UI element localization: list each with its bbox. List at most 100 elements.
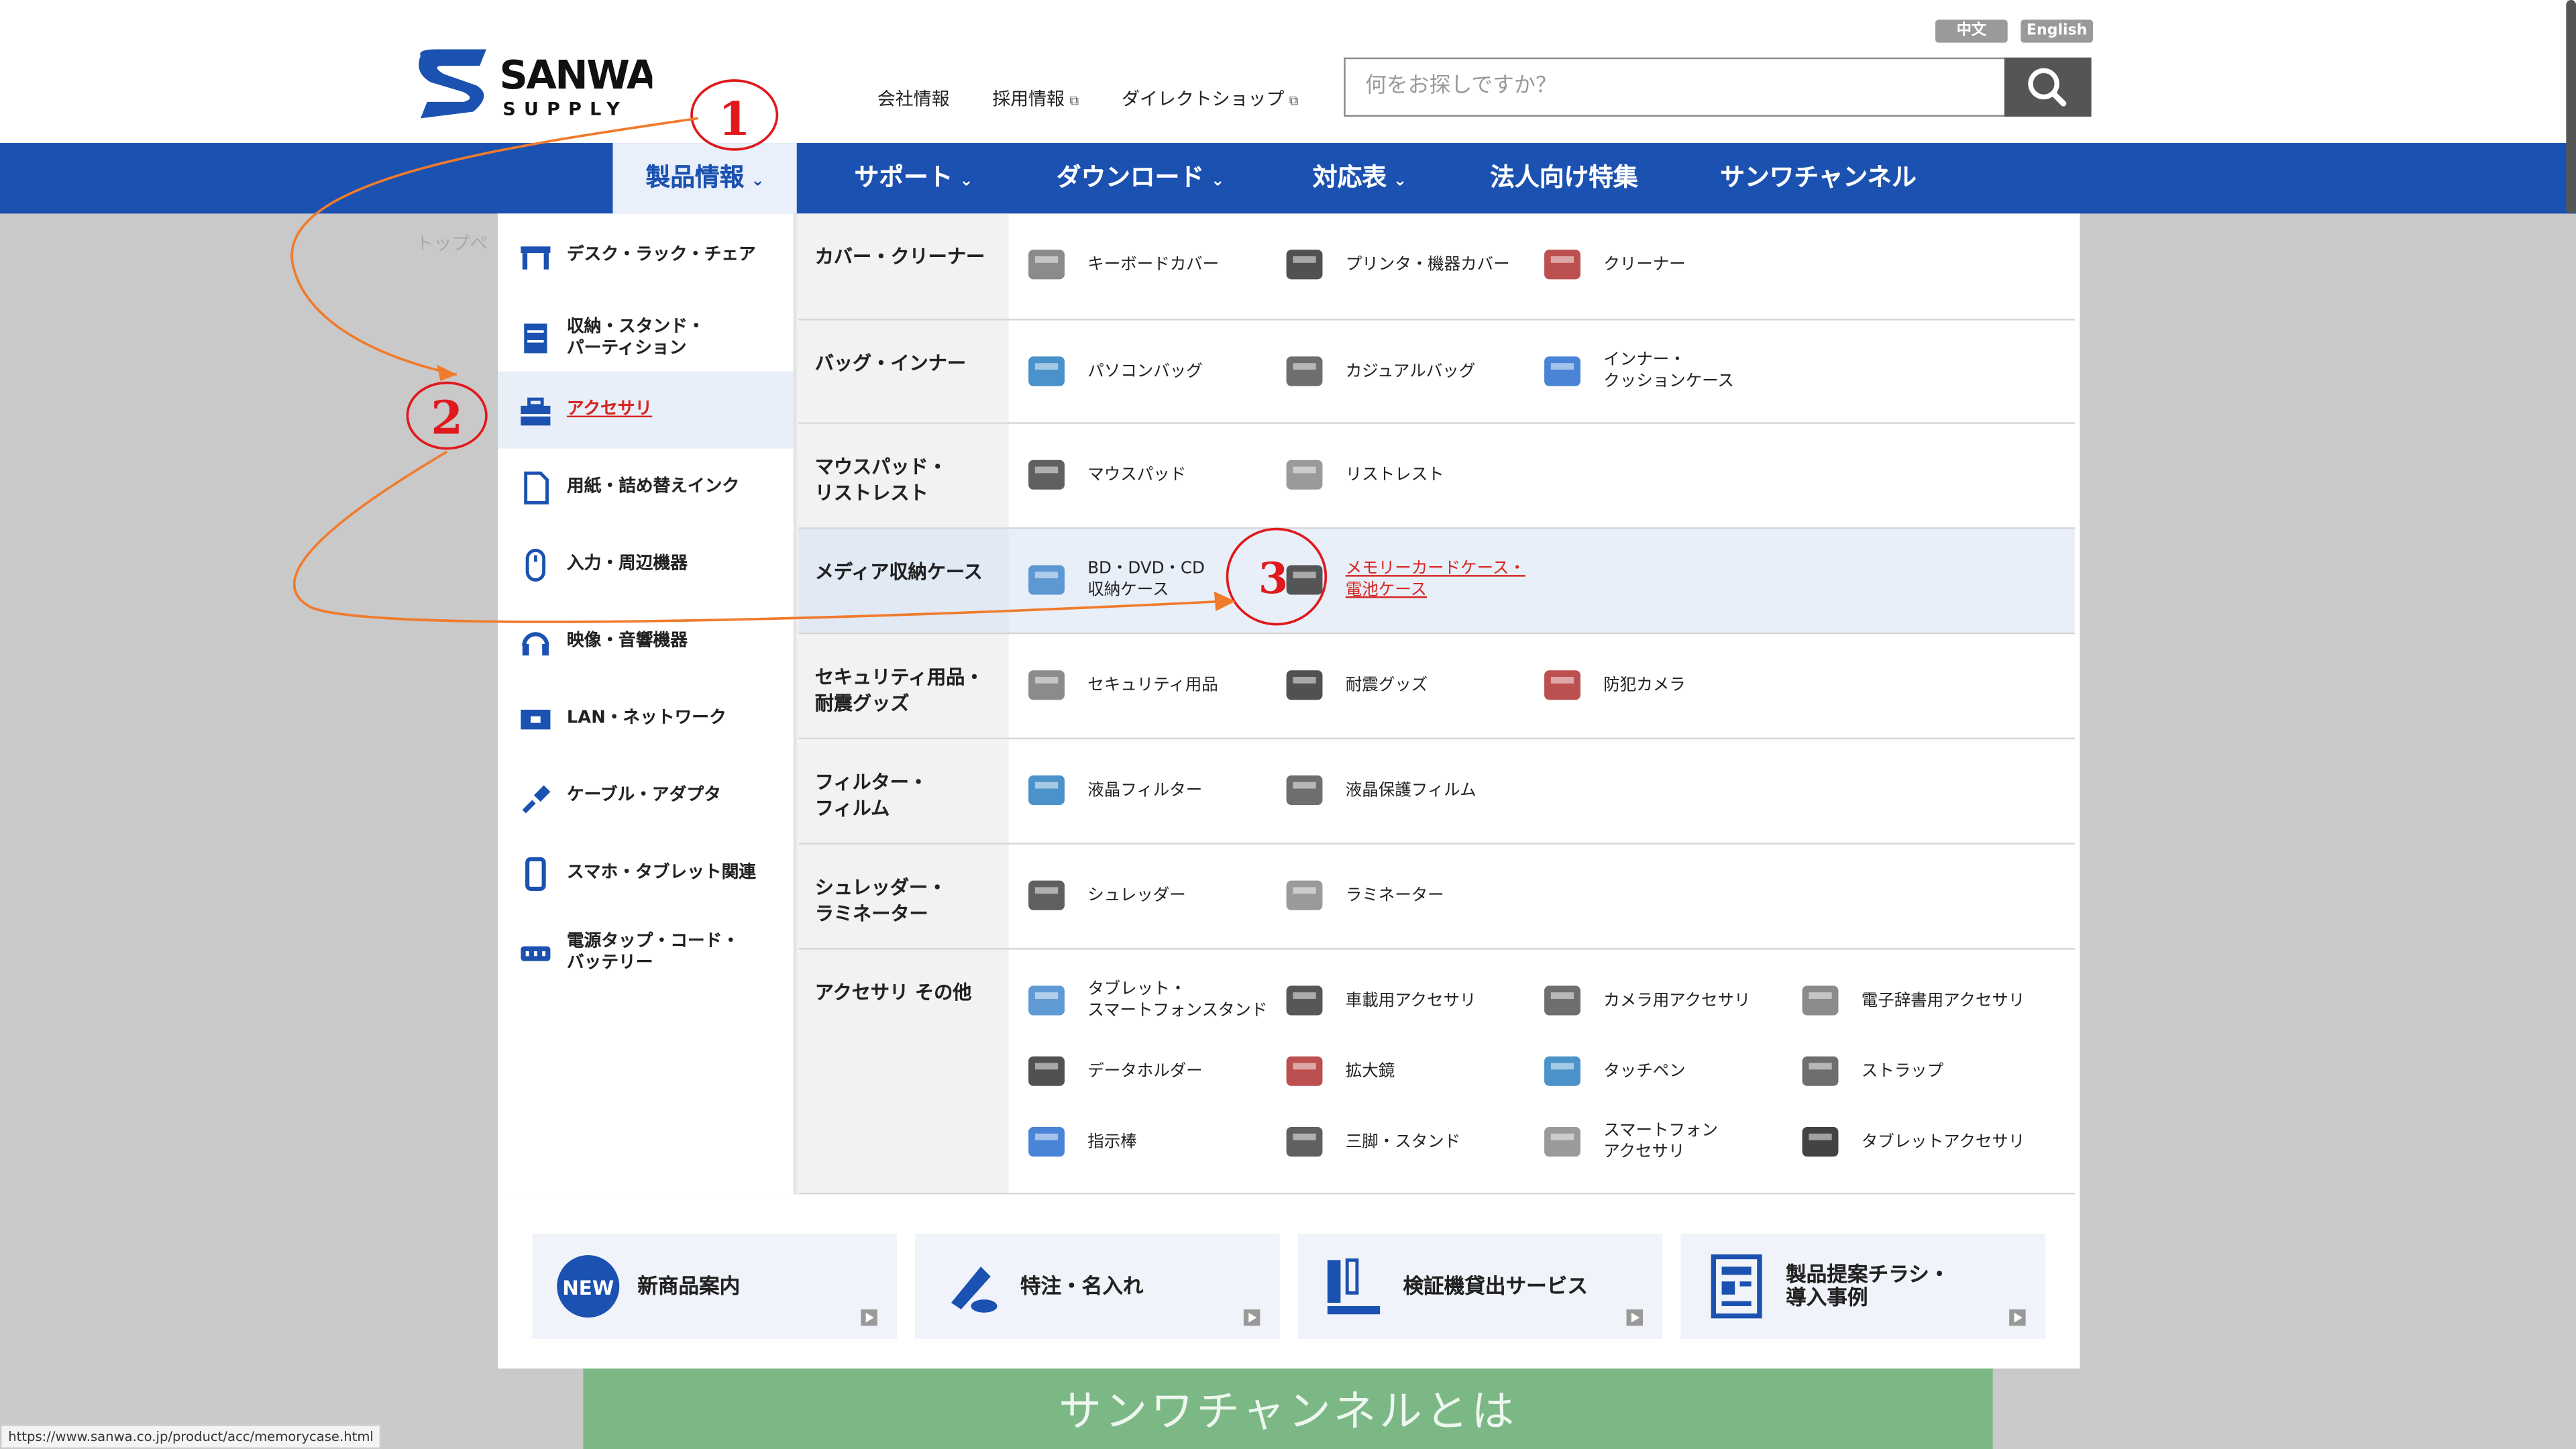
- banner-loan-service[interactable]: 検証機貸出サービス: [1297, 1234, 1663, 1339]
- headset-icon: [522, 631, 549, 655]
- status-bar-url: https://www.sanwa.co.jp/product/acc/memo…: [0, 1424, 382, 1449]
- sidebar-item-label: アクセサリ: [566, 399, 653, 419]
- product-label: 耐震グッズ: [1345, 676, 1428, 694]
- channel-banner[interactable]: サンワチャンネルとは: [583, 1368, 1993, 1449]
- product-thumbnail-icon: [1544, 1127, 1580, 1157]
- product-link[interactable]: 防犯カメラ: [1538, 660, 1686, 709]
- sidebar-item-smartphone[interactable]: スマホ・タブレット関連: [498, 835, 794, 912]
- product-link[interactable]: 耐震グッズ: [1280, 660, 1428, 709]
- product-thumbnail-icon: [1028, 670, 1065, 700]
- product-link[interactable]: クリーナー: [1538, 240, 1686, 289]
- product-link[interactable]: カメラ用アクセサリ: [1538, 976, 1750, 1025]
- product-label: パソコンバッグ: [1087, 362, 1203, 380]
- banner-flyers[interactable]: 製品提案チラシ・ 導入事例: [1680, 1234, 2046, 1339]
- product-link[interactable]: 三脚・スタンド: [1280, 1117, 1460, 1166]
- sidebar-item-toolbox[interactable]: アクセサリ: [498, 371, 794, 449]
- product-link[interactable]: ストラップ: [1796, 1046, 1943, 1095]
- product-link[interactable]: シュレッダー: [1022, 871, 1186, 920]
- product-link[interactable]: 電子辞書用アクセサリ: [1796, 976, 2025, 1025]
- search-button[interactable]: [2004, 57, 2092, 117]
- document-icon: [1711, 1254, 1762, 1319]
- product-label: キーボードカバー: [1087, 255, 1220, 274]
- product-link[interactable]: データホルダー: [1022, 1046, 1203, 1095]
- banner-title: 新商品案内: [637, 1273, 741, 1298]
- sidebar-item-power-strip[interactable]: 電源タップ・コード・ バッテリー: [498, 914, 794, 993]
- product-label: 液晶保護フィルム: [1345, 781, 1477, 800]
- nav-compat[interactable]: 対応表 ⌄: [1313, 143, 1407, 213]
- nav-download[interactable]: ダウンロード ⌄: [1057, 143, 1225, 213]
- sidebar-divider: [793, 213, 799, 1195]
- page-root: SANWA SUPPLY 中文 English 会社情報 採用情報 ⧉ ダイレクト…: [0, 0, 2576, 1449]
- sidebar-item-cabinet[interactable]: 収納・スタンド・ パーティション: [498, 306, 794, 372]
- product-link[interactable]: リストレスト: [1280, 450, 1444, 499]
- link-recruit[interactable]: 採用情報 ⧉: [992, 85, 1079, 111]
- product-link[interactable]: スマートフォン アクセサリ: [1538, 1117, 1718, 1166]
- sidebar-item-label: 収納・スタンド・ パーティション: [566, 317, 705, 358]
- lang-zh-button[interactable]: 中文: [1935, 19, 2008, 43]
- product-link[interactable]: インナー・ クッションケース: [1538, 347, 1734, 396]
- product-link[interactable]: キーボードカバー: [1022, 240, 1219, 289]
- product-link[interactable]: タブレット・ スマートフォンスタンド: [1022, 976, 1267, 1025]
- scrollbar[interactable]: [2566, 0, 2576, 214]
- link-recruit-label: 採用情報: [992, 89, 1065, 111]
- sidebar-item-paper[interactable]: 用紙・詰め替えインク: [498, 449, 794, 526]
- nav-support-label: サポート: [854, 162, 953, 193]
- product-link[interactable]: 拡大鏡: [1280, 1046, 1395, 1095]
- product-link[interactable]: パソコンバッグ: [1022, 347, 1203, 396]
- sidebar-item-cable[interactable]: ケーブル・アダプタ: [498, 757, 794, 835]
- product-link[interactable]: マウスパッド: [1022, 450, 1186, 499]
- category-title[interactable]: アクセサリ その他: [798, 949, 1009, 1193]
- product-link[interactable]: BD・DVD・CD 収納ケース: [1022, 555, 1205, 604]
- sidebar-item-label: 電源タップ・コード・ バッテリー: [566, 931, 740, 973]
- product-label: ラミネーター: [1345, 886, 1444, 905]
- banner-new-products[interactable]: NEW 新商品案内: [532, 1234, 898, 1339]
- search-input[interactable]: 何をお探しですか？: [1344, 57, 2004, 117]
- link-direct-shop[interactable]: ダイレクトショップ ⧉: [1122, 85, 1299, 111]
- svg-text:SANWA: SANWA: [499, 52, 652, 98]
- product-link[interactable]: 車載用アクセサリ: [1280, 976, 1476, 1025]
- sidebar-item-mouse[interactable]: 入力・周辺機器: [498, 526, 794, 603]
- sidebar-item-headset[interactable]: 映像・音響機器: [498, 603, 794, 680]
- banner-custom-order[interactable]: 特注・名入れ: [915, 1234, 1280, 1339]
- lang-en-button[interactable]: English: [2021, 19, 2094, 43]
- nav-channel[interactable]: サンワチャンネル: [1720, 143, 1917, 213]
- sidebar-item-network[interactable]: LAN・ネットワーク: [498, 680, 794, 757]
- product-link[interactable]: メモリーカードケース・ 電池ケース: [1280, 555, 1525, 604]
- category-title[interactable]: シュレッダー・ ラミネーター: [798, 844, 1009, 949]
- nav-products[interactable]: 製品情報 ⌄: [612, 143, 798, 214]
- mega-menu: デスク・ラック・チェア収納・スタンド・ パーティションアクセサリ用紙・詰め替えイ…: [498, 213, 2080, 1195]
- product-link[interactable]: 液晶保護フィルム: [1280, 765, 1477, 814]
- product-thumbnail-icon: [1028, 356, 1065, 386]
- category-title[interactable]: メディア収納ケース: [798, 529, 1009, 633]
- sidebar-item-desk[interactable]: デスク・ラック・チェア: [498, 237, 794, 273]
- external-link-icon: ⧉: [1069, 93, 1079, 109]
- product-link[interactable]: 液晶フィルター: [1022, 765, 1202, 814]
- chevron-down-icon: ⌄: [959, 172, 973, 191]
- category-title[interactable]: フィルター・ フィルム: [798, 739, 1009, 843]
- nav-business[interactable]: 法人向け特集: [1490, 143, 1638, 213]
- product-thumbnail-icon: [1028, 1127, 1065, 1157]
- category-title[interactable]: カバー・クリーナー: [798, 213, 1009, 319]
- product-link[interactable]: カジュアルバッグ: [1280, 347, 1475, 396]
- product-link[interactable]: セキュリティ用品: [1022, 660, 1218, 709]
- product-link[interactable]: タッチペン: [1538, 1046, 1686, 1095]
- sanwa-supply-logo[interactable]: SANWA SUPPLY: [414, 46, 652, 122]
- annotation-circle-2: [406, 381, 488, 450]
- smartphone-icon: [525, 856, 546, 890]
- arrow-right-icon: [1626, 1309, 1643, 1326]
- category-title[interactable]: バッグ・インナー: [798, 320, 1009, 423]
- product-thumbnail-icon: [1028, 775, 1065, 806]
- link-company[interactable]: 会社情報: [877, 85, 950, 111]
- category-title[interactable]: マウスパッド・ リストレスト: [798, 423, 1009, 528]
- network-icon: [521, 708, 551, 729]
- product-link[interactable]: ラミネーター: [1280, 871, 1444, 920]
- search-icon: [2028, 68, 2067, 107]
- product-link[interactable]: プリンタ・機器カバー: [1280, 240, 1510, 289]
- arrow-right-icon: [1243, 1309, 1260, 1326]
- nav-support[interactable]: サポート ⌄: [854, 143, 973, 213]
- product-link[interactable]: タブレットアクセサリ: [1796, 1117, 2025, 1166]
- nav-compat-label: 対応表: [1312, 162, 1387, 193]
- category-title[interactable]: セキュリティ用品・ 耐震グッズ: [798, 634, 1009, 738]
- arrow-right-icon: [2009, 1309, 2026, 1326]
- product-link[interactable]: 指示棒: [1022, 1117, 1137, 1166]
